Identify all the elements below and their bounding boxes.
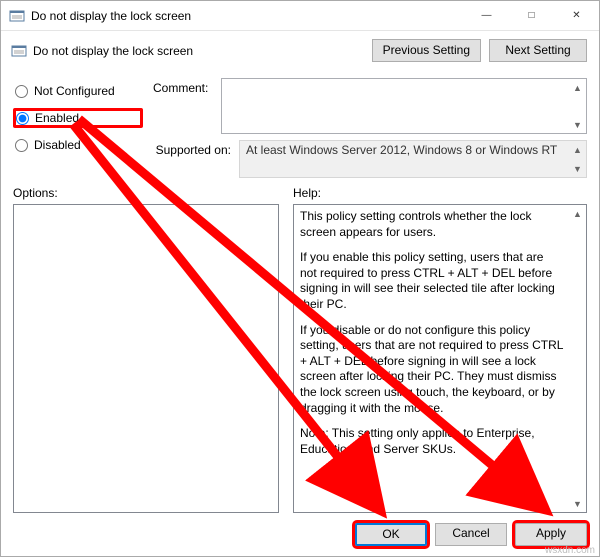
radio-disabled-input[interactable] [15,139,28,152]
scroll-up-icon[interactable]: ▲ [569,79,586,96]
help-paragraph: Note: This setting only applies to Enter… [300,426,563,457]
radio-label: Disabled [34,138,81,152]
previous-setting-button[interactable]: Previous Setting [372,39,481,62]
policy-dialog: Do not display the lock screen — □ ✕ Do … [0,0,600,557]
radio-not-configured[interactable]: Not Configured [13,82,143,100]
help-panel: This policy setting controls whether the… [293,204,587,513]
cancel-button[interactable]: Cancel [435,523,507,546]
comment-row: Comment: ▲ ▼ [153,78,587,134]
ok-button[interactable]: OK [355,523,427,546]
dialog-buttons: OK Cancel Apply [1,513,599,556]
policy-name: Do not display the lock screen [33,44,372,58]
help-text: This policy setting controls whether the… [294,205,569,512]
options-column: Options: [13,184,279,513]
comment-field[interactable]: ▲ ▼ [221,78,587,134]
settings-lower: Options: Help: This policy setting contr… [1,178,599,513]
options-panel [13,204,279,513]
window-buttons: — □ ✕ [464,1,599,30]
radio-label: Enabled [35,111,79,125]
window-title: Do not display the lock screen [31,9,464,23]
supported-label: Supported on: [153,140,231,157]
scroll-up-icon[interactable]: ▲ [569,205,586,222]
radio-enabled[interactable]: Enabled [13,108,143,128]
state-radios: Not Configured Enabled Disabled [13,78,143,178]
header-row: Do not display the lock screen Previous … [1,31,599,74]
options-label: Options: [13,184,279,204]
radio-label: Not Configured [34,84,115,98]
comment-label: Comment: [153,78,213,95]
minimize-button[interactable]: — [464,1,509,30]
apply-button[interactable]: Apply [515,523,587,546]
help-paragraph: If you disable or do not configure this … [300,323,563,417]
radio-disabled[interactable]: Disabled [13,136,143,154]
settings-upper: Not Configured Enabled Disabled Comment:… [1,74,599,178]
supported-row: Supported on: At least Windows Server 20… [153,140,587,178]
scroll-up-icon[interactable]: ▲ [569,141,586,158]
scroll-down-icon[interactable]: ▼ [569,495,586,512]
close-button[interactable]: ✕ [554,1,599,30]
scroll-down-icon[interactable]: ▼ [569,160,586,177]
help-scroll[interactable]: ▲ ▼ [569,205,586,512]
comment-scroll[interactable]: ▲ ▼ [569,79,586,133]
maximize-button[interactable]: □ [509,1,554,30]
help-paragraph: This policy setting controls whether the… [300,209,563,240]
upper-right: Comment: ▲ ▼ Supported on: At least Wind… [153,78,587,178]
policy-icon [11,43,27,59]
titlebar: Do not display the lock screen — □ ✕ [1,1,599,31]
help-column: Help: This policy setting controls wheth… [293,184,587,513]
radio-not-configured-input[interactable] [15,85,28,98]
nav-buttons: Previous Setting Next Setting [372,39,587,62]
scroll-down-icon[interactable]: ▼ [569,116,586,133]
supported-scroll[interactable]: ▲ ▼ [569,141,586,177]
next-setting-button[interactable]: Next Setting [489,39,587,62]
radio-enabled-input[interactable] [16,112,29,125]
supported-value: At least Windows Server 2012, Windows 8 … [246,143,557,157]
help-paragraph: If you enable this policy setting, users… [300,250,563,312]
supported-field: At least Windows Server 2012, Windows 8 … [239,140,587,178]
help-label: Help: [293,184,587,204]
policy-icon [9,8,25,24]
